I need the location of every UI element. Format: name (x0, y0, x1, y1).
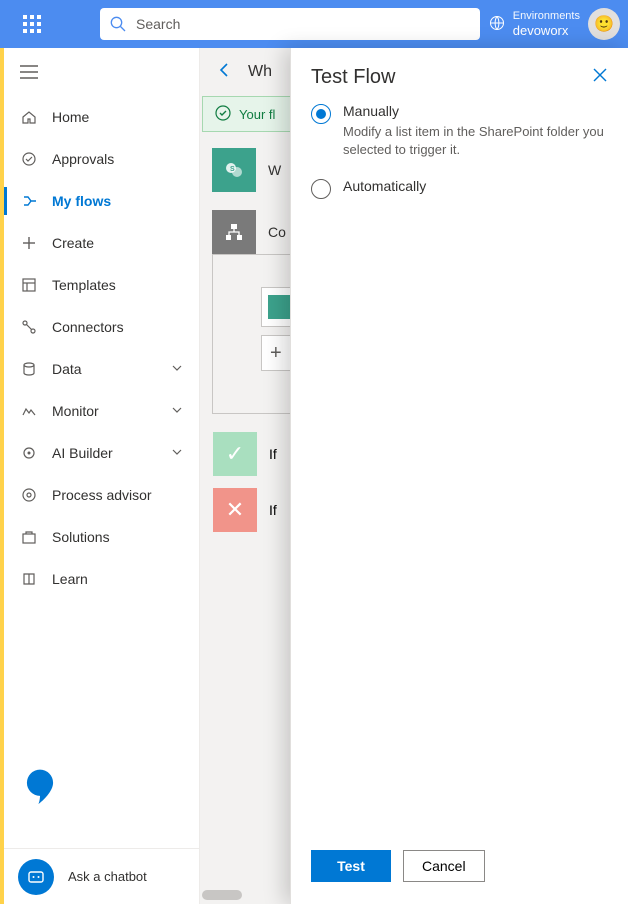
sidebar-item-label: Create (52, 235, 94, 251)
sharepoint-mini-icon (268, 295, 292, 319)
back-button[interactable] (216, 61, 234, 84)
environment-picker[interactable]: Environments devoworx 🙂 (489, 8, 620, 40)
panel-options: Manually Modify a list item in the Share… (291, 103, 628, 219)
plus-icon (20, 234, 38, 252)
panel-title: Test Flow (311, 66, 592, 89)
sidebar-item-approvals[interactable]: Approvals (4, 138, 199, 180)
flow-icon (20, 192, 38, 210)
process-icon (20, 486, 38, 504)
ask-chatbot[interactable]: Ask a chatbot (4, 848, 199, 904)
env-labels: Environments devoworx (513, 10, 580, 39)
option-title: Manually (343, 103, 608, 119)
app-launcher[interactable] (8, 0, 56, 48)
chevron-down-icon (171, 361, 183, 377)
nav-collapse[interactable] (4, 48, 199, 96)
panel-footer: Test Cancel (291, 834, 628, 904)
search-input[interactable]: Search (100, 8, 480, 40)
search-icon (110, 16, 126, 32)
sidebar-item-label: Process advisor (52, 487, 152, 503)
avatar[interactable]: 🙂 (588, 8, 620, 40)
monitor-icon (20, 402, 38, 420)
sidebar-item-label: Learn (52, 571, 88, 587)
chat-balloon-icon[interactable] (22, 768, 58, 804)
notice-text: Your fl (239, 107, 275, 122)
approvals-icon (20, 150, 38, 168)
connectors-icon (20, 318, 38, 336)
scroll-thumb[interactable] (202, 890, 242, 900)
sidebar-item-templates[interactable]: Templates (4, 264, 199, 306)
learn-icon (20, 570, 38, 588)
sidebar-item-home[interactable]: Home (4, 96, 199, 138)
if-yes-label: If (257, 446, 277, 462)
sidebar-item-label: Templates (52, 277, 116, 293)
sidebar-item-aibuilder[interactable]: AI Builder (4, 432, 199, 474)
bot-icon (18, 859, 54, 895)
solutions-icon (20, 528, 38, 546)
sidebar-item-label: Approvals (52, 151, 114, 167)
check-icon (215, 105, 231, 124)
radio-automatically[interactable] (311, 179, 331, 199)
sidebar-item-label: Monitor (52, 403, 99, 419)
data-icon (20, 360, 38, 378)
home-icon (20, 108, 38, 126)
add-label: + (270, 342, 282, 365)
close-icon (592, 67, 608, 83)
sidebar-item-monitor[interactable]: Monitor (4, 390, 199, 432)
sidebar-item-learn[interactable]: Learn (4, 558, 199, 600)
ai-icon (20, 444, 38, 462)
sidebar-item-data[interactable]: Data (4, 348, 199, 390)
sidebar-item-myflows[interactable]: My flows (4, 180, 199, 222)
templates-icon (20, 276, 38, 294)
trigger-label: W (256, 162, 281, 178)
close-button[interactable] (592, 67, 608, 88)
cancel-button[interactable]: Cancel (403, 850, 485, 882)
sidebar-item-connectors[interactable]: Connectors (4, 306, 199, 348)
search-placeholder: Search (136, 16, 180, 32)
option-manually[interactable]: Manually Modify a list item in the Share… (311, 103, 608, 158)
cross-mark-icon: ✕ (213, 488, 257, 532)
radio-manually[interactable] (311, 104, 331, 124)
option-title: Automatically (343, 178, 426, 194)
panel-header: Test Flow (291, 48, 628, 103)
if-no-label: If (257, 502, 277, 518)
condition-label: Co (256, 224, 286, 240)
test-flow-panel: Test Flow Manually Modify a list item in… (290, 48, 628, 904)
hamburger-icon (20, 65, 38, 79)
left-nav: Home Approvals My flows Create Templates (4, 48, 200, 904)
sidebar-item-create[interactable]: Create (4, 222, 199, 264)
sidebar-item-label: Data (52, 361, 82, 377)
sidebar-item-processadvisor[interactable]: Process advisor (4, 474, 199, 516)
suite-header: Search Environments devoworx 🙂 (0, 0, 628, 48)
option-desc: Modify a list item in the SharePoint fol… (343, 123, 608, 158)
chevron-down-icon (171, 445, 183, 461)
sidebar-item-label: AI Builder (52, 445, 113, 461)
svg-text:S: S (230, 166, 235, 173)
ask-chatbot-label: Ask a chatbot (68, 869, 147, 884)
sidebar-item-solutions[interactable]: Solutions (4, 516, 199, 558)
flow-title: Wh (248, 63, 272, 81)
option-automatically[interactable]: Automatically (311, 178, 608, 199)
waffle-icon (23, 15, 41, 33)
globe-icon (489, 15, 505, 34)
sidebar-item-label: Connectors (52, 319, 124, 335)
sidebar-item-label: My flows (52, 193, 111, 209)
search-wrap: Search (100, 8, 480, 40)
chevron-down-icon (171, 403, 183, 419)
test-button[interactable]: Test (311, 850, 391, 882)
sharepoint-icon: S (212, 148, 256, 192)
check-mark-icon: ✓ (213, 432, 257, 476)
sidebar-item-label: Home (52, 109, 89, 125)
sidebar-item-label: Solutions (52, 529, 110, 545)
condition-icon (212, 210, 256, 254)
